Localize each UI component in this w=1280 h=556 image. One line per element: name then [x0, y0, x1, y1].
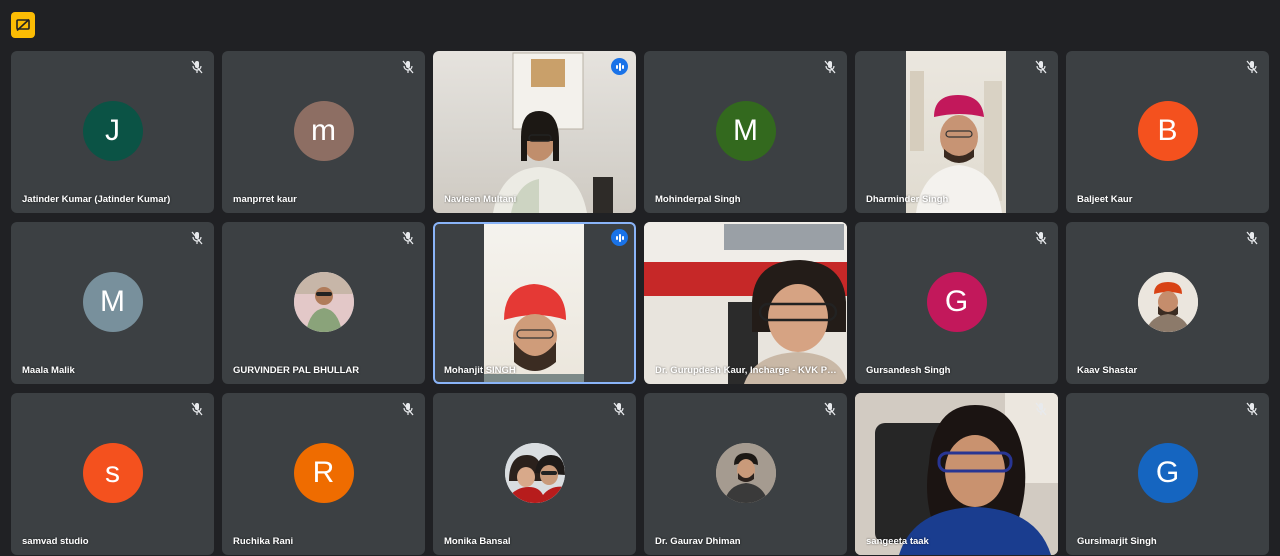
mic-off-icon: [191, 60, 203, 74]
participant-name: manprret kaur: [233, 194, 297, 205]
avatar: G: [1137, 443, 1198, 503]
participant-tile[interactable]: M Maala Malik: [11, 222, 214, 384]
participant-tile[interactable]: G Gursimarjit Singh: [1066, 393, 1269, 555]
participant-name: Monika Bansal: [444, 536, 511, 547]
participant-grid: J Jatinder Kumar (Jatinder Kumar) m manp…: [11, 51, 1269, 555]
avatar: [293, 272, 354, 332]
avatar: R: [293, 443, 354, 503]
mic-off-icon: [402, 60, 414, 74]
participant-tile[interactable]: G Gursandesh Singh: [855, 222, 1058, 384]
no-present-icon[interactable]: [11, 12, 35, 38]
mic-off-icon: [1035, 60, 1047, 74]
participant-name: samvad studio: [22, 536, 89, 547]
video-feed: [855, 393, 1058, 555]
participant-name: Dr. Gaurav Dhiman: [655, 536, 741, 547]
participant-tile[interactable]: M Mohinderpal Singh: [644, 51, 847, 213]
participant-name: sangeeta taak: [866, 536, 929, 547]
video-feed: [484, 224, 584, 382]
participant-tile[interactable]: sangeeta taak: [855, 393, 1058, 555]
avatar: M: [715, 101, 776, 161]
mic-off-icon: [402, 402, 414, 416]
mic-off-icon: [1246, 60, 1258, 74]
participant-name: Dr. Gurupdesh Kaur, Incharge - KVK Pa...: [655, 365, 839, 376]
speaking-indicator-icon: [611, 229, 628, 246]
avatar: s: [82, 443, 143, 503]
participant-tile[interactable]: R Ruchika Rani: [222, 393, 425, 555]
participant-tile-pinned[interactable]: Mohanjit SINGH: [433, 222, 636, 384]
participant-name: Dharminder Singh: [866, 194, 949, 205]
participant-tile[interactable]: m manprret kaur: [222, 51, 425, 213]
participant-tile[interactable]: Dr. Gurupdesh Kaur, Incharge - KVK Pa...: [644, 222, 847, 384]
avatar: [715, 443, 776, 503]
participant-name: Ruchika Rani: [233, 536, 294, 547]
avatar: M: [82, 272, 143, 332]
mic-off-icon: [402, 231, 414, 245]
avatar: B: [1137, 101, 1198, 161]
participant-name: Navleen Multani: [444, 194, 517, 205]
mic-off-icon: [1035, 231, 1047, 245]
video-feed: [644, 222, 847, 384]
mic-off-icon: [1035, 402, 1047, 416]
avatar: G: [926, 272, 987, 332]
mic-off-icon: [1246, 402, 1258, 416]
mic-off-icon: [1246, 231, 1258, 245]
participant-name: Mohanjit SINGH: [444, 365, 516, 376]
mic-off-icon: [824, 402, 836, 416]
avatar: [504, 443, 565, 503]
video-feed: [906, 51, 1006, 213]
mic-off-icon: [824, 60, 836, 74]
participant-name: GURVINDER PAL BHULLAR: [233, 365, 360, 376]
participant-name: Mohinderpal Singh: [655, 194, 741, 205]
participant-tile[interactable]: Dr. Gaurav Dhiman: [644, 393, 847, 555]
participant-tile[interactable]: Kaav Shastar: [1066, 222, 1269, 384]
participant-name: Gursimarjit Singh: [1077, 536, 1157, 547]
participant-name: Baljeet Kaur: [1077, 194, 1133, 205]
participant-name: Jatinder Kumar (Jatinder Kumar): [22, 194, 171, 205]
participant-tile[interactable]: s samvad studio: [11, 393, 214, 555]
participant-tile[interactable]: Navleen Multani: [433, 51, 636, 213]
avatar: m: [293, 101, 354, 161]
participant-tile[interactable]: Monika Bansal: [433, 393, 636, 555]
avatar: J: [82, 101, 143, 161]
mic-off-icon: [191, 231, 203, 245]
participant-tile[interactable]: B Baljeet Kaur: [1066, 51, 1269, 213]
speaking-indicator-icon: [611, 58, 628, 75]
participant-name: Maala Malik: [22, 365, 75, 376]
participant-name: Kaav Shastar: [1077, 365, 1138, 376]
top-bar: [0, 0, 1280, 48]
video-feed: [433, 51, 636, 213]
participant-name: Gursandesh Singh: [866, 365, 951, 376]
participant-tile[interactable]: J Jatinder Kumar (Jatinder Kumar): [11, 51, 214, 213]
mic-off-icon: [191, 402, 203, 416]
mic-off-icon: [613, 402, 625, 416]
participant-tile[interactable]: GURVINDER PAL BHULLAR: [222, 222, 425, 384]
avatar: [1137, 272, 1198, 332]
participant-tile[interactable]: Dharminder Singh: [855, 51, 1058, 213]
